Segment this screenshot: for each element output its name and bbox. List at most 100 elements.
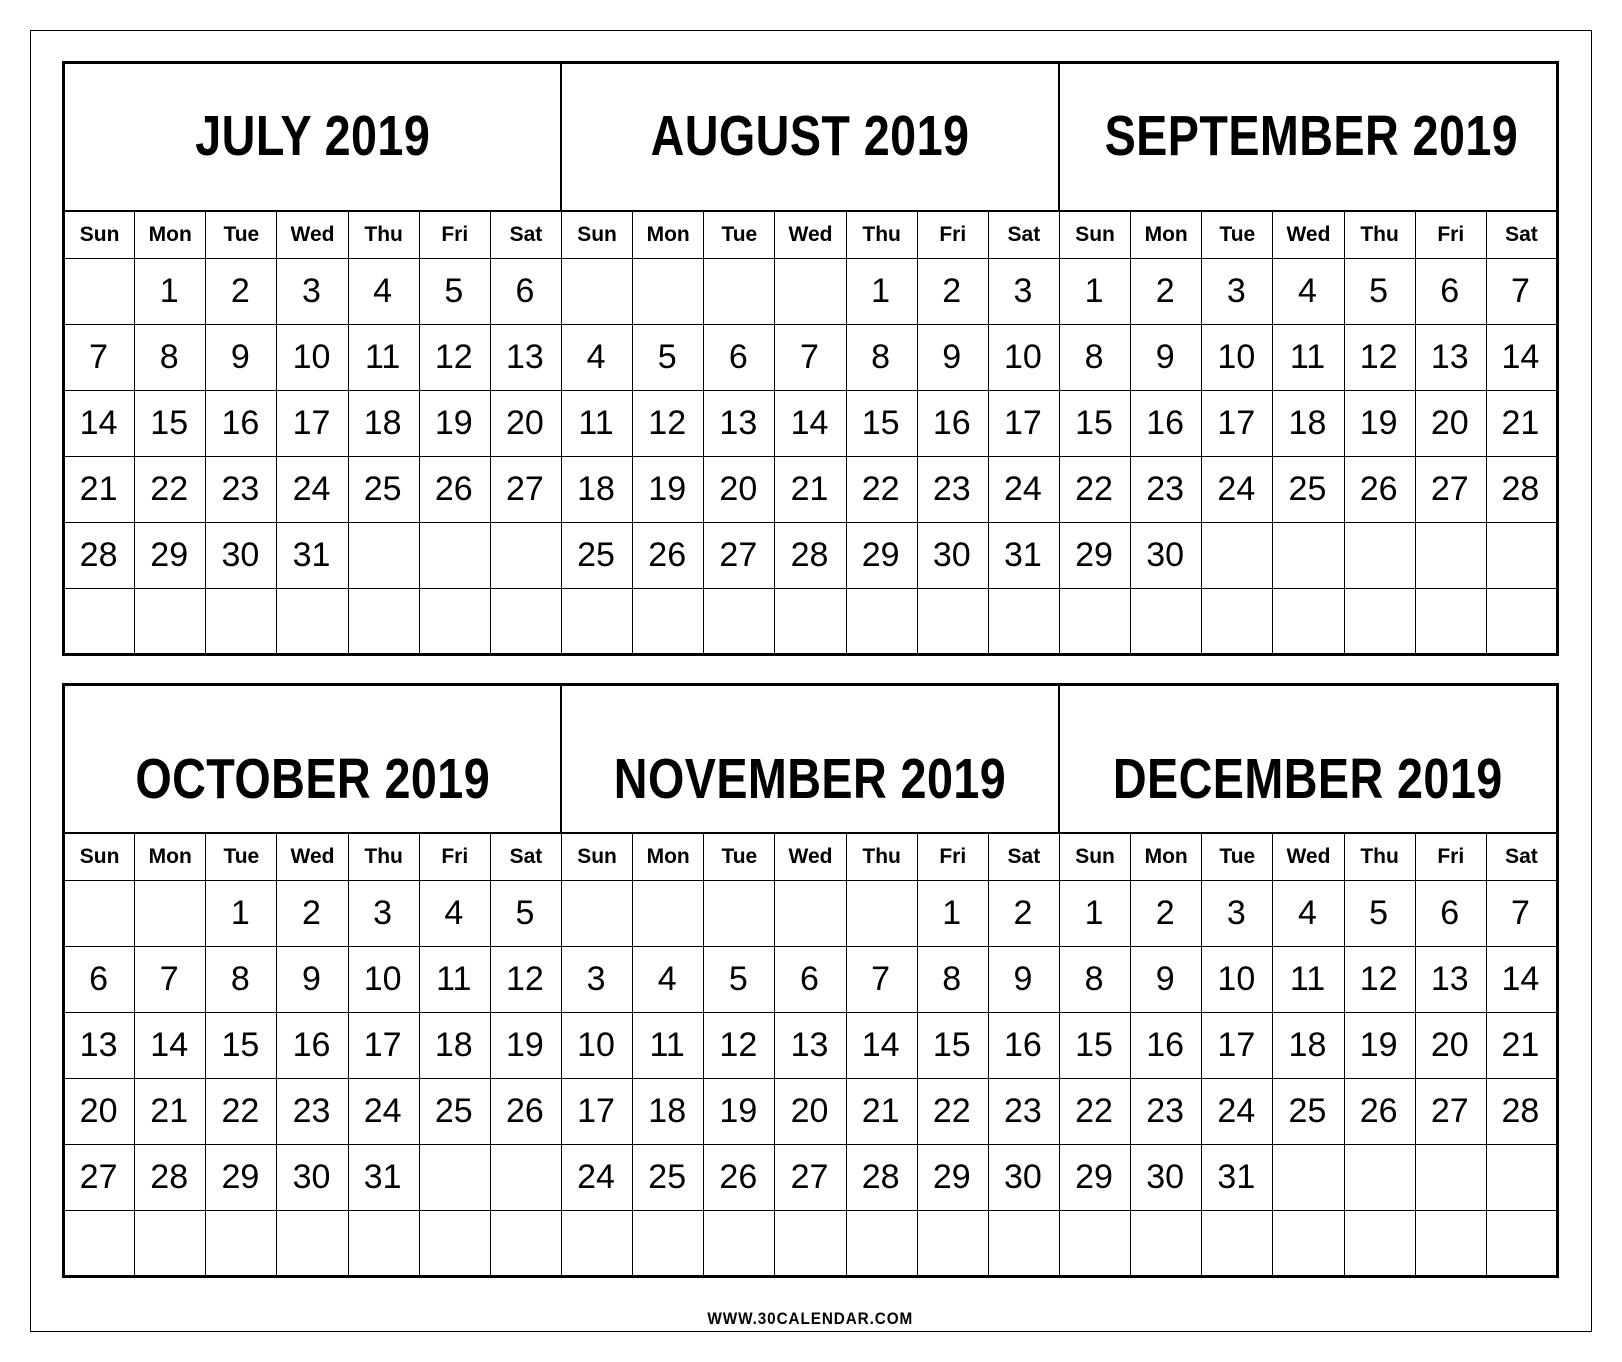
day-cell-november-8[interactable]: 8 xyxy=(916,946,989,1013)
day-cell-december-26[interactable]: 26 xyxy=(1343,1078,1416,1145)
day-cell-december-19[interactable]: 19 xyxy=(1343,1012,1416,1079)
day-cell-october-9[interactable]: 9 xyxy=(276,946,349,1013)
day-cell-december-16[interactable]: 16 xyxy=(1130,1012,1203,1079)
day-cell-september-10[interactable]: 10 xyxy=(1201,324,1274,391)
day-cell-july-19[interactable]: 19 xyxy=(418,390,491,457)
day-cell-october-7[interactable]: 7 xyxy=(134,946,207,1013)
day-cell-august-29[interactable]: 29 xyxy=(845,522,918,589)
day-cell-october-24[interactable]: 24 xyxy=(347,1078,420,1145)
day-cell-november-16[interactable]: 16 xyxy=(987,1012,1060,1079)
day-cell-august-15[interactable]: 15 xyxy=(845,390,918,457)
day-cell-september-11[interactable]: 11 xyxy=(1272,324,1345,391)
day-cell-july-16[interactable]: 16 xyxy=(205,390,278,457)
day-cell-july-17[interactable]: 17 xyxy=(276,390,349,457)
day-cell-october-27[interactable]: 27 xyxy=(62,1144,136,1211)
day-cell-november-5[interactable]: 5 xyxy=(703,946,776,1013)
day-cell-november-20[interactable]: 20 xyxy=(774,1078,847,1145)
day-cell-november-3[interactable]: 3 xyxy=(560,946,634,1013)
day-cell-november-7[interactable]: 7 xyxy=(845,946,918,1013)
day-cell-july-18[interactable]: 18 xyxy=(347,390,420,457)
day-cell-december-4[interactable]: 4 xyxy=(1272,880,1345,947)
day-cell-september-12[interactable]: 12 xyxy=(1343,324,1416,391)
day-cell-october-11[interactable]: 11 xyxy=(418,946,491,1013)
day-cell-july-28[interactable]: 28 xyxy=(62,522,136,589)
day-cell-november-28[interactable]: 28 xyxy=(845,1144,918,1211)
day-cell-october-3[interactable]: 3 xyxy=(347,880,420,947)
day-cell-october-31[interactable]: 31 xyxy=(347,1144,420,1211)
day-cell-july-10[interactable]: 10 xyxy=(276,324,349,391)
day-cell-july-2[interactable]: 2 xyxy=(205,258,278,325)
day-cell-november-11[interactable]: 11 xyxy=(632,1012,705,1079)
day-cell-november-6[interactable]: 6 xyxy=(774,946,847,1013)
day-cell-october-1[interactable]: 1 xyxy=(205,880,278,947)
day-cell-august-18[interactable]: 18 xyxy=(560,456,634,523)
day-cell-august-8[interactable]: 8 xyxy=(845,324,918,391)
day-cell-july-23[interactable]: 23 xyxy=(205,456,278,523)
day-cell-august-7[interactable]: 7 xyxy=(774,324,847,391)
day-cell-december-10[interactable]: 10 xyxy=(1201,946,1274,1013)
day-cell-december-30[interactable]: 30 xyxy=(1130,1144,1203,1211)
day-cell-october-28[interactable]: 28 xyxy=(134,1144,207,1211)
day-cell-july-30[interactable]: 30 xyxy=(205,522,278,589)
day-cell-september-23[interactable]: 23 xyxy=(1130,456,1203,523)
day-cell-july-5[interactable]: 5 xyxy=(418,258,491,325)
day-cell-july-22[interactable]: 22 xyxy=(134,456,207,523)
day-cell-december-23[interactable]: 23 xyxy=(1130,1078,1203,1145)
day-cell-july-29[interactable]: 29 xyxy=(134,522,207,589)
day-cell-november-23[interactable]: 23 xyxy=(987,1078,1060,1145)
day-cell-september-27[interactable]: 27 xyxy=(1414,456,1487,523)
day-cell-december-5[interactable]: 5 xyxy=(1343,880,1416,947)
day-cell-september-9[interactable]: 9 xyxy=(1130,324,1203,391)
day-cell-september-24[interactable]: 24 xyxy=(1201,456,1274,523)
day-cell-october-6[interactable]: 6 xyxy=(62,946,136,1013)
day-cell-december-11[interactable]: 11 xyxy=(1272,946,1345,1013)
day-cell-august-2[interactable]: 2 xyxy=(916,258,989,325)
day-cell-december-20[interactable]: 20 xyxy=(1414,1012,1487,1079)
day-cell-august-23[interactable]: 23 xyxy=(916,456,989,523)
day-cell-july-13[interactable]: 13 xyxy=(489,324,562,391)
day-cell-december-27[interactable]: 27 xyxy=(1414,1078,1487,1145)
day-cell-july-20[interactable]: 20 xyxy=(489,390,562,457)
day-cell-august-14[interactable]: 14 xyxy=(774,390,847,457)
day-cell-november-24[interactable]: 24 xyxy=(560,1144,634,1211)
day-cell-december-15[interactable]: 15 xyxy=(1058,1012,1132,1079)
day-cell-august-9[interactable]: 9 xyxy=(916,324,989,391)
day-cell-november-17[interactable]: 17 xyxy=(560,1078,634,1145)
day-cell-august-16[interactable]: 16 xyxy=(916,390,989,457)
day-cell-october-10[interactable]: 10 xyxy=(347,946,420,1013)
day-cell-november-25[interactable]: 25 xyxy=(632,1144,705,1211)
day-cell-october-21[interactable]: 21 xyxy=(134,1078,207,1145)
day-cell-december-13[interactable]: 13 xyxy=(1414,946,1487,1013)
day-cell-november-22[interactable]: 22 xyxy=(916,1078,989,1145)
day-cell-september-4[interactable]: 4 xyxy=(1272,258,1345,325)
day-cell-october-26[interactable]: 26 xyxy=(489,1078,562,1145)
day-cell-september-22[interactable]: 22 xyxy=(1058,456,1132,523)
day-cell-july-31[interactable]: 31 xyxy=(276,522,349,589)
day-cell-november-2[interactable]: 2 xyxy=(987,880,1060,947)
day-cell-october-19[interactable]: 19 xyxy=(489,1012,562,1079)
day-cell-august-30[interactable]: 30 xyxy=(916,522,989,589)
day-cell-october-18[interactable]: 18 xyxy=(418,1012,491,1079)
day-cell-september-29[interactable]: 29 xyxy=(1058,522,1132,589)
day-cell-october-2[interactable]: 2 xyxy=(276,880,349,947)
day-cell-october-17[interactable]: 17 xyxy=(347,1012,420,1079)
day-cell-september-5[interactable]: 5 xyxy=(1343,258,1416,325)
day-cell-december-21[interactable]: 21 xyxy=(1485,1012,1559,1079)
day-cell-july-7[interactable]: 7 xyxy=(62,324,136,391)
day-cell-october-20[interactable]: 20 xyxy=(62,1078,136,1145)
day-cell-august-13[interactable]: 13 xyxy=(703,390,776,457)
day-cell-november-18[interactable]: 18 xyxy=(632,1078,705,1145)
day-cell-july-4[interactable]: 4 xyxy=(347,258,420,325)
day-cell-december-28[interactable]: 28 xyxy=(1485,1078,1559,1145)
day-cell-august-26[interactable]: 26 xyxy=(632,522,705,589)
day-cell-october-14[interactable]: 14 xyxy=(134,1012,207,1079)
day-cell-september-21[interactable]: 21 xyxy=(1485,390,1559,457)
day-cell-september-16[interactable]: 16 xyxy=(1130,390,1203,457)
day-cell-august-27[interactable]: 27 xyxy=(703,522,776,589)
day-cell-august-21[interactable]: 21 xyxy=(774,456,847,523)
day-cell-december-22[interactable]: 22 xyxy=(1058,1078,1132,1145)
day-cell-december-29[interactable]: 29 xyxy=(1058,1144,1132,1211)
day-cell-october-22[interactable]: 22 xyxy=(205,1078,278,1145)
day-cell-august-4[interactable]: 4 xyxy=(560,324,634,391)
day-cell-december-31[interactable]: 31 xyxy=(1201,1144,1274,1211)
